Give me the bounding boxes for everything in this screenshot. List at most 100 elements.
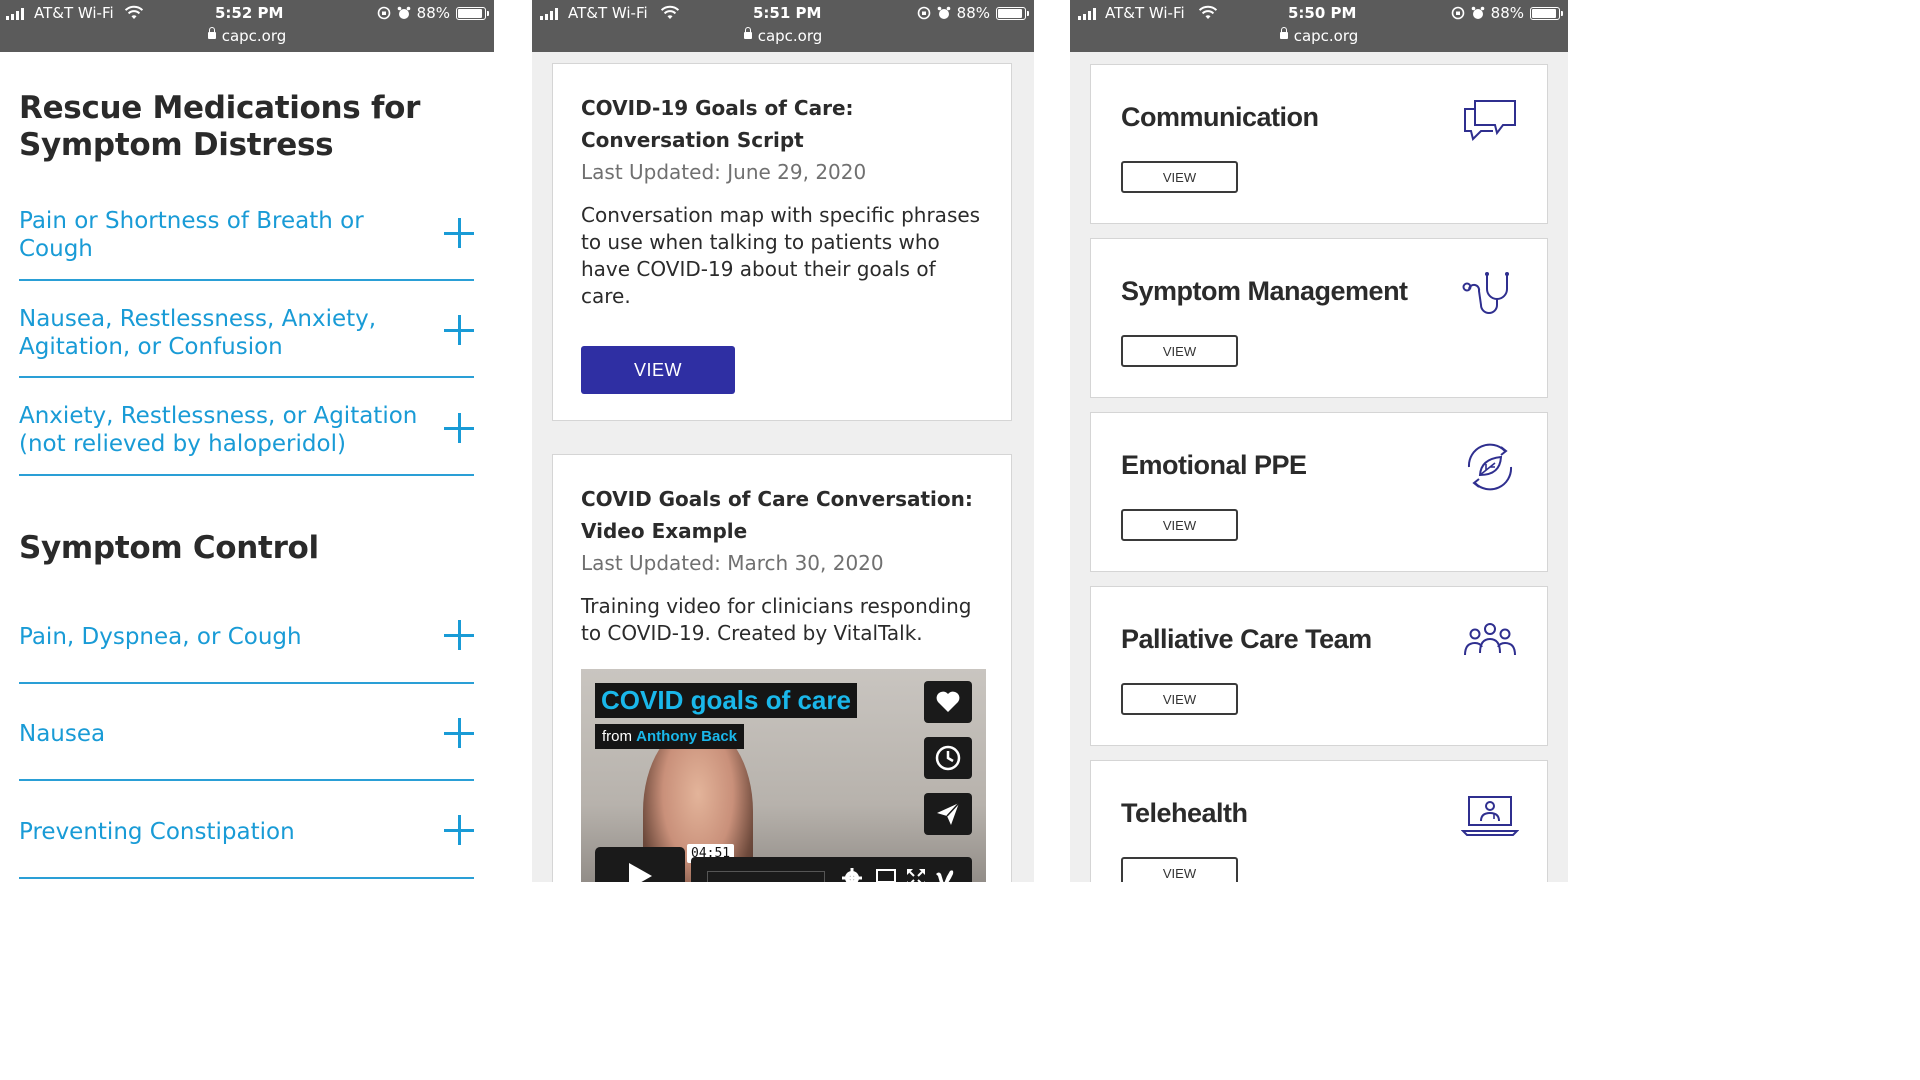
accordion-item[interactable]: Preventing Constipation xyxy=(19,795,474,879)
battery-icon xyxy=(456,6,489,20)
url-text: capc.org xyxy=(1293,27,1359,45)
url-text: capc.org xyxy=(221,27,287,45)
view-button[interactable]: VIEW xyxy=(1121,857,1238,882)
wifi-icon xyxy=(660,5,680,19)
view-button[interactable]: VIEW xyxy=(1121,335,1238,367)
team-icon xyxy=(1464,623,1516,656)
orientation-lock-icon xyxy=(1451,6,1464,20)
battery-icon xyxy=(1530,6,1563,20)
topic-title: Palliative Care Team xyxy=(1121,624,1372,654)
laptop-doctor-icon xyxy=(1461,796,1519,836)
accordion-item[interactable]: Pain or Shortness of Breath or Cough xyxy=(19,198,474,281)
video-controls xyxy=(691,857,972,882)
lock-icon xyxy=(207,27,216,39)
view-button[interactable]: VIEW xyxy=(1121,683,1238,715)
topic-card-emotional-ppe: Emotional PPE VIEW xyxy=(1090,412,1548,572)
airplay-icon[interactable] xyxy=(875,867,897,882)
vimeo-logo-icon[interactable] xyxy=(934,867,956,882)
stethoscope-icon xyxy=(1462,272,1509,314)
video-byline: from Anthony Back xyxy=(595,724,745,749)
rescue-medications-heading: Rescue Medications for Symptom Distress xyxy=(19,90,421,163)
fullscreen-icon[interactable] xyxy=(905,867,927,882)
address-bar[interactable]: capc.org xyxy=(1070,27,1568,45)
signal-icon xyxy=(6,8,24,20)
view-button[interactable]: VIEW xyxy=(581,346,735,394)
status-bar: AT&T Wi-Fi 5:52 PM 88% capc.org xyxy=(0,0,494,52)
play-button[interactable] xyxy=(595,847,685,882)
url-text: capc.org xyxy=(757,27,823,45)
plus-icon[interactable] xyxy=(444,620,474,650)
accordion-item[interactable]: Nausea xyxy=(19,698,474,781)
accordion-item[interactable]: Pain, Dyspnea, or Cough xyxy=(19,600,474,684)
topic-card-symptom-management: Symptom Management VIEW xyxy=(1090,238,1548,398)
card-title: COVID Goals of Care Conversation: Video … xyxy=(581,487,973,543)
plus-icon[interactable] xyxy=(444,718,474,748)
accordion-label: Pain, Dyspnea, or Cough xyxy=(19,624,302,650)
wifi-icon xyxy=(124,5,144,19)
paper-plane-icon xyxy=(937,802,960,825)
plus-icon[interactable] xyxy=(444,815,474,845)
lock-icon xyxy=(1279,27,1288,39)
share-button[interactable] xyxy=(924,793,972,835)
status-bar: AT&T Wi-Fi 5:51 PM 88% capc.org xyxy=(532,0,1034,52)
phone-screen-covid-resources: AT&T Wi-Fi 5:51 PM 88% capc.org COVID-19… xyxy=(532,0,1034,882)
topic-title: Telehealth xyxy=(1121,798,1248,828)
lock-icon xyxy=(743,27,752,39)
topic-title: Symptom Management xyxy=(1121,276,1408,306)
alarm-icon xyxy=(1471,6,1484,19)
address-bar[interactable]: capc.org xyxy=(0,27,494,45)
battery-percent: 88% xyxy=(1490,4,1524,22)
clock: 5:52 PM xyxy=(215,4,284,22)
resource-card: COVID-19 Goals of Care: Conversation Scr… xyxy=(552,63,1012,421)
phone-screen-rescue-medications: AT&T Wi-Fi 5:52 PM 88% capc.org Rescue M… xyxy=(0,0,494,882)
alarm-icon xyxy=(937,6,950,19)
watch-later-button[interactable] xyxy=(924,737,972,779)
accordion-item[interactable]: Anxiety, Restlessness, or Agitation (not… xyxy=(19,393,474,476)
orientation-lock-icon xyxy=(377,6,390,20)
address-bar[interactable]: capc.org xyxy=(532,27,1034,45)
video-player[interactable]: COVID goals of care from Anthony Back 04… xyxy=(581,669,986,882)
wifi-icon xyxy=(1198,5,1218,19)
view-button[interactable]: VIEW xyxy=(1121,161,1238,193)
carrier-label: AT&T Wi-Fi xyxy=(1105,4,1185,22)
clock: 5:50 PM xyxy=(1288,4,1357,22)
accordion-item[interactable]: Nausea, Restlessness, Anxiety, Agitation… xyxy=(19,295,474,378)
symptom-control-heading: Symptom Control xyxy=(19,530,319,566)
view-button[interactable]: VIEW xyxy=(1121,509,1238,541)
orientation-lock-icon xyxy=(917,6,930,20)
battery-icon xyxy=(996,6,1029,20)
topic-title: Communication xyxy=(1121,102,1319,132)
plus-icon[interactable] xyxy=(444,413,474,443)
progress-bar[interactable] xyxy=(707,871,825,882)
phone-screen-topics: AT&T Wi-Fi 5:50 PM 88% capc.org Communic… xyxy=(1070,0,1568,882)
heart-icon xyxy=(936,691,960,712)
signal-icon xyxy=(1078,8,1096,20)
alarm-icon xyxy=(397,6,410,19)
battery-percent: 88% xyxy=(416,4,450,22)
accordion-label: Nausea, Restlessness, Anxiety, Agitation… xyxy=(19,306,377,360)
carrier-label: AT&T Wi-Fi xyxy=(34,4,114,22)
video-author-link[interactable]: Anthony Back xyxy=(636,728,737,745)
card-description: Training video for clinicians responding… xyxy=(581,594,972,645)
plus-icon[interactable] xyxy=(444,218,474,248)
card-date: Last Updated: June 29, 2020 xyxy=(581,160,867,184)
byline-prefix: from xyxy=(602,728,632,745)
signal-icon xyxy=(540,8,558,20)
accordion-label: Nausea xyxy=(19,721,106,747)
topic-card-palliative-care-team: Palliative Care Team VIEW xyxy=(1090,586,1548,746)
settings-icon[interactable] xyxy=(841,867,863,882)
battery-percent: 88% xyxy=(956,4,990,22)
like-button[interactable] xyxy=(924,681,972,723)
play-icon xyxy=(629,863,652,882)
clock-icon xyxy=(935,745,961,771)
clock: 5:51 PM xyxy=(753,4,822,22)
card-date: Last Updated: March 30, 2020 xyxy=(581,551,884,575)
leaf-cycle-icon xyxy=(1467,443,1513,491)
topic-title: Emotional PPE xyxy=(1121,450,1307,480)
accordion-label: Preventing Constipation xyxy=(19,819,295,845)
topic-card-telehealth: Telehealth VIEW xyxy=(1090,760,1548,882)
plus-icon[interactable] xyxy=(444,315,474,345)
video-title[interactable]: COVID goals of care xyxy=(595,683,857,718)
status-bar: AT&T Wi-Fi 5:50 PM 88% capc.org xyxy=(1070,0,1568,52)
card-title: COVID-19 Goals of Care: Conversation Scr… xyxy=(581,96,854,152)
